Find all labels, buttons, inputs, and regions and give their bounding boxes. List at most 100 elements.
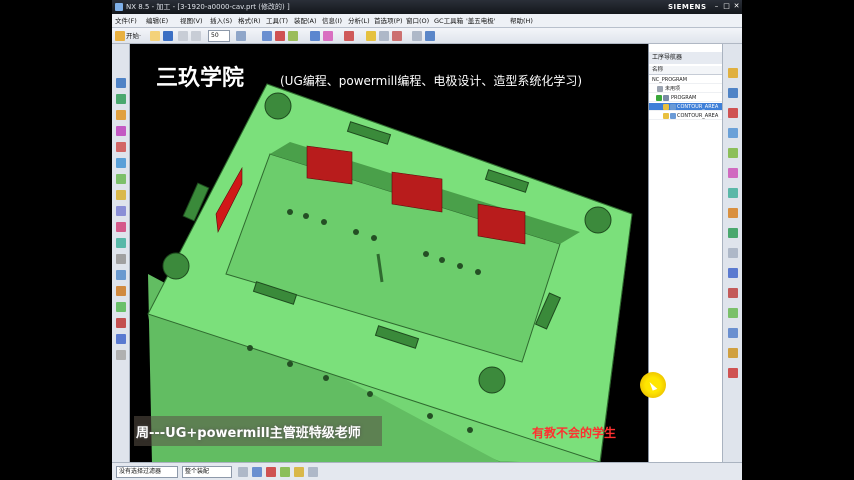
lock-icon[interactable] bbox=[366, 31, 376, 41]
display-object-icon[interactable] bbox=[116, 238, 126, 248]
select-icon[interactable] bbox=[238, 467, 248, 477]
watermark-subtitle: (UG编程、powermill编程、电极设计、造型系统化学习) bbox=[280, 74, 583, 88]
menu-file[interactable]: 文件(F) bbox=[115, 14, 137, 28]
save-icon[interactable] bbox=[163, 31, 173, 41]
machine-nav-icon[interactable] bbox=[728, 148, 738, 158]
nav-row-label: CONTOUR_AREA bbox=[677, 113, 719, 119]
magnet-icon[interactable] bbox=[323, 31, 333, 41]
copy-icon[interactable] bbox=[191, 31, 201, 41]
assembly-nav-icon[interactable] bbox=[728, 68, 738, 78]
menu-format[interactable]: 格式(R) bbox=[238, 14, 261, 28]
main-toolbar: 开始· 50 bbox=[112, 28, 742, 44]
menu-help[interactable]: 帮助(H) bbox=[510, 14, 533, 28]
menu-assembly[interactable]: 装配(A) bbox=[294, 14, 317, 28]
watermark-title: 三玖学院 bbox=[156, 66, 245, 91]
cut-icon[interactable] bbox=[178, 31, 188, 41]
nav-row-label: NC_PROGRAM bbox=[652, 77, 688, 83]
shading-icon[interactable] bbox=[275, 31, 285, 41]
menu-gc-toolbox[interactable]: GC工具箱 bbox=[434, 14, 463, 28]
process-studio-icon[interactable] bbox=[728, 228, 738, 238]
minimize-button[interactable]: – bbox=[712, 2, 721, 11]
menu-analysis[interactable]: 分析(L) bbox=[348, 14, 370, 28]
menu-info[interactable]: 信息(I) bbox=[322, 14, 342, 28]
navigator-column-name[interactable]: 名称 bbox=[649, 66, 723, 75]
shop-doc-icon[interactable] bbox=[116, 206, 126, 216]
simulate-icon[interactable] bbox=[116, 334, 126, 344]
zoom-combo[interactable]: 50 bbox=[208, 30, 230, 42]
generate-path-icon[interactable] bbox=[116, 158, 126, 168]
menu-insert[interactable]: 插入(S) bbox=[210, 14, 232, 28]
display-mode-icon[interactable] bbox=[262, 31, 272, 41]
tool-library-icon[interactable] bbox=[728, 308, 738, 318]
web-browser-icon[interactable] bbox=[728, 168, 738, 178]
selection-filter-combo[interactable]: 没有选择过滤器 bbox=[116, 466, 178, 478]
nav-row-nc-program[interactable]: NC_PROGRAM bbox=[649, 76, 723, 84]
clock-icon[interactable] bbox=[728, 268, 738, 278]
title-bar: NX 8.5 - 加工 - [3-1920-a0000-cav.prt (修改的… bbox=[112, 0, 742, 14]
maximize-button[interactable]: □ bbox=[722, 2, 731, 11]
measure-icon[interactable] bbox=[379, 31, 389, 41]
edit-object-icon[interactable] bbox=[116, 222, 126, 232]
nav-row-label: 未用项 bbox=[665, 86, 681, 92]
menu-window[interactable]: 窗口(O) bbox=[406, 14, 429, 28]
start-button[interactable]: 开始· bbox=[126, 30, 141, 42]
system-material-icon[interactable] bbox=[728, 208, 738, 218]
nav-row-label: PROGRAM bbox=[671, 95, 697, 101]
menu-preferences[interactable]: 首选项(P) bbox=[374, 14, 403, 28]
graphics-window[interactable]: 三玖学院 (UG编程、powermill编程、电极设计、造型系统化学习) 周--… bbox=[130, 44, 648, 462]
open-file-icon[interactable] bbox=[150, 31, 160, 41]
layer-icon[interactable] bbox=[288, 31, 298, 41]
floor-hole bbox=[321, 219, 327, 225]
feed-icon[interactable] bbox=[116, 286, 126, 296]
nav-row-contour-area-selected[interactable]: CONTOUR_AREA bbox=[649, 103, 723, 111]
nav-row-program[interactable]: PROGRAM bbox=[649, 94, 723, 102]
nav-row-unused[interactable]: 未用项 bbox=[649, 85, 723, 93]
fit-view-icon[interactable] bbox=[425, 31, 435, 41]
menu-view[interactable]: 视图(V) bbox=[180, 14, 203, 28]
transform-icon[interactable] bbox=[116, 254, 126, 264]
operation-navigator: 工序导航器 名称 NC_PROGRAM 未用项 PROGRAM CONTOUR_… bbox=[648, 44, 723, 462]
view-orient-icon[interactable] bbox=[412, 31, 422, 41]
palette-icon[interactable] bbox=[728, 288, 738, 298]
menu-edit[interactable]: 编辑(E) bbox=[146, 14, 168, 28]
operation-icon bbox=[670, 113, 676, 119]
nav-row-contour-area[interactable]: CONTOUR_AREA bbox=[649, 112, 723, 120]
material-icon[interactable] bbox=[116, 302, 126, 312]
snap-point-icon[interactable] bbox=[252, 467, 262, 477]
program-folder-icon bbox=[663, 95, 669, 101]
undo-icon[interactable] bbox=[236, 31, 246, 41]
postprocess-icon[interactable] bbox=[116, 190, 126, 200]
menu-electrode[interactable]: '盖五电极' bbox=[466, 14, 496, 28]
path-list-icon[interactable] bbox=[116, 270, 126, 280]
part-nav-icon[interactable] bbox=[728, 88, 738, 98]
center-icon[interactable] bbox=[294, 467, 304, 477]
snap-icon[interactable] bbox=[344, 31, 354, 41]
create-program-icon[interactable] bbox=[116, 78, 126, 88]
feature-icon[interactable] bbox=[728, 328, 738, 338]
start-icon[interactable] bbox=[115, 31, 125, 41]
create-tool-icon[interactable] bbox=[116, 94, 126, 104]
close-button[interactable]: ✕ bbox=[732, 2, 741, 11]
wcs-icon[interactable] bbox=[310, 31, 320, 41]
operation-nav-icon[interactable] bbox=[728, 128, 738, 138]
menu-tools[interactable]: 工具(T) bbox=[266, 14, 288, 28]
create-method-icon[interactable] bbox=[116, 126, 126, 136]
roles-icon[interactable] bbox=[728, 248, 738, 258]
corner-hole-bottom bbox=[478, 366, 506, 394]
create-operation-icon[interactable] bbox=[116, 142, 126, 152]
verify-path-icon[interactable] bbox=[116, 174, 126, 184]
nx-window: NX 8.5 - 加工 - [3-1920-a0000-cav.prt (修改的… bbox=[112, 0, 742, 480]
settings-icon[interactable] bbox=[116, 350, 126, 360]
endpoint-icon[interactable] bbox=[266, 467, 276, 477]
assembly-scope-combo[interactable]: 整个装配 bbox=[182, 466, 232, 478]
report-icon[interactable] bbox=[728, 368, 738, 378]
template-icon[interactable] bbox=[728, 348, 738, 358]
right-resource-bar bbox=[722, 44, 742, 462]
history-icon[interactable] bbox=[728, 188, 738, 198]
reuse-library-icon[interactable] bbox=[728, 108, 738, 118]
quadrant-icon[interactable] bbox=[308, 467, 318, 477]
create-geometry-icon[interactable] bbox=[116, 110, 126, 120]
midpoint-icon[interactable] bbox=[280, 467, 290, 477]
analysis-icon[interactable] bbox=[392, 31, 402, 41]
gouge-check-icon[interactable] bbox=[116, 318, 126, 328]
